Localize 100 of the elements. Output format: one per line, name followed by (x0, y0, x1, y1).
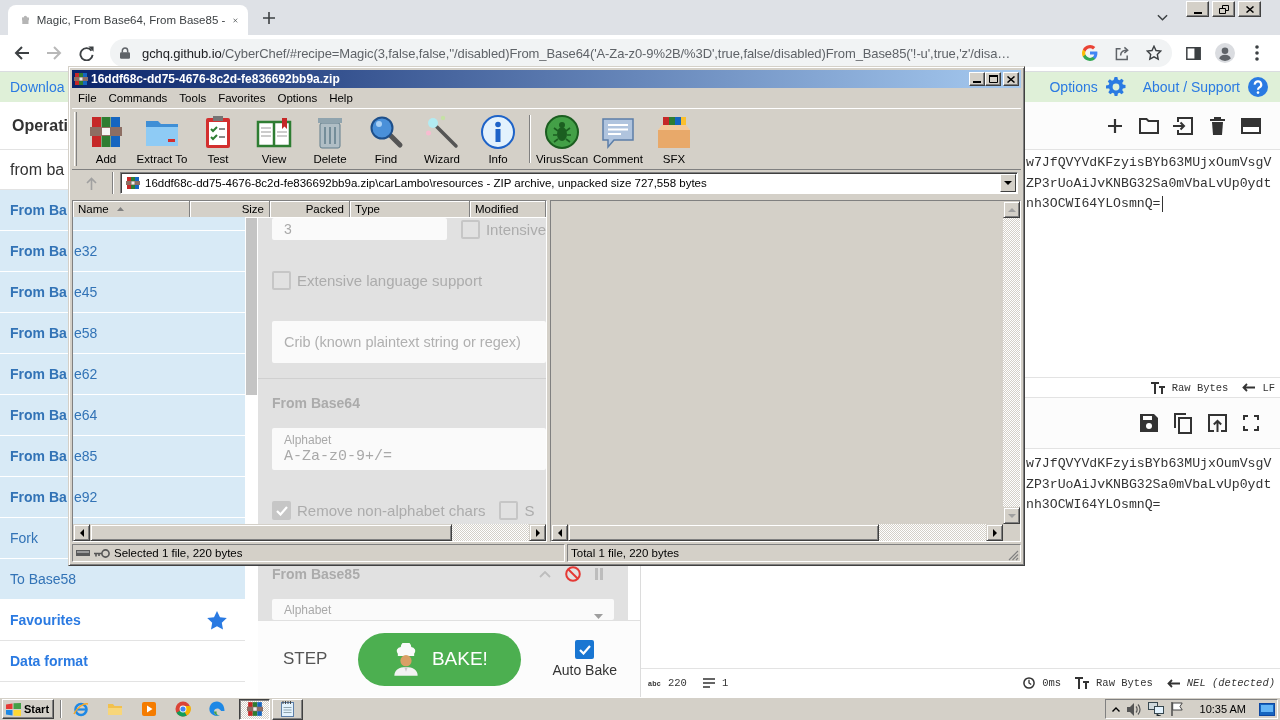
path-field[interactable]: 16ddf68c-dd75-4676-8c2d-fe836692bb9a.zip\carLambo\resources - ZIP archive, unpacked size 727,558 bytes (120, 172, 1018, 194)
toolbar-button[interactable]: VirusScan (534, 109, 590, 169)
operation-item[interactable]: From Ba e62 (10, 366, 98, 382)
box-arrow-up-icon[interactable] (1207, 414, 1227, 432)
close-button[interactable] (1003, 72, 1019, 86)
close-icon[interactable] (233, 15, 238, 25)
scroll-down-button[interactable] (1003, 507, 1020, 524)
lock-icon (120, 47, 130, 59)
copy-icon[interactable] (1174, 412, 1192, 434)
scroll-right-button[interactable] (986, 524, 1003, 541)
menu-item[interactable]: Options (271, 88, 324, 108)
toolbar-button[interactable]: Comment (590, 109, 646, 169)
sidebar-icon[interactable] (1185, 46, 1201, 60)
toolbar-button[interactable]: View (246, 109, 302, 169)
column-header[interactable]: Packed (270, 201, 350, 217)
profile-icon[interactable] (1215, 43, 1235, 63)
speaker-icon[interactable] (1126, 702, 1141, 716)
toolbar-button[interactable]: Info (470, 109, 526, 169)
toolbar-button[interactable]: Find (358, 109, 414, 169)
encoding-button[interactable]: Raw Bytes (1075, 677, 1153, 689)
clock-icon (1023, 677, 1036, 689)
maximize-button[interactable] (985, 72, 1001, 86)
trash-icon[interactable] (1209, 116, 1225, 135)
checkmark-icon (578, 644, 591, 655)
column-header[interactable]: Name (73, 201, 190, 217)
folder-icon[interactable] (1139, 117, 1159, 134)
menu-item[interactable]: Help (323, 88, 359, 108)
operation-item[interactable]: From Ba e58 (10, 325, 98, 341)
maximize-icon (988, 75, 998, 83)
operation-item[interactable]: To Base58 (10, 571, 77, 587)
g-icon[interactable] (1082, 45, 1098, 61)
download-link[interactable]: Downloa (10, 79, 65, 95)
show-desktop-icon[interactable] (1259, 702, 1275, 716)
column-header[interactable]: Size (190, 201, 270, 217)
caret-up-icon[interactable] (1111, 706, 1120, 712)
books-icon (88, 114, 124, 150)
operation-item[interactable]: From Ba e32 (10, 243, 98, 259)
step-button[interactable]: STEP (283, 649, 328, 669)
restore-button[interactable] (1212, 1, 1235, 17)
scroll-left-button[interactable] (73, 524, 90, 541)
minimize-button[interactable] (969, 72, 985, 86)
share-icon[interactable] (1114, 45, 1130, 61)
box-arrow-in-icon[interactable] (1173, 116, 1193, 135)
search-field[interactable]: from ba (10, 160, 65, 179)
toolbar-button[interactable]: Delete (302, 109, 358, 169)
menu-item[interactable]: Tools (173, 88, 213, 108)
scroll-right-button[interactable] (529, 524, 546, 541)
start-button[interactable]: Start (2, 699, 54, 719)
scrollbar-thumb[interactable] (568, 524, 879, 541)
minimize-button[interactable] (1186, 1, 1209, 17)
options-button[interactable]: Options (1049, 77, 1126, 97)
star-icon[interactable] (1146, 45, 1162, 61)
back-icon[interactable] (14, 46, 30, 60)
taskbar-button[interactable] (239, 698, 270, 720)
address-bar[interactable]: gchq.github.io/CyberChef/#recipe=Magic(3,false,false,''/disabled)From_Base64('A-Za-z0-9%2B/%3D',true,false/disabled)From_Base85('!-u',true,'z'/disa… (110, 39, 1172, 67)
toolbar-button[interactable]: Extract To (134, 109, 190, 169)
bug-icon (544, 114, 580, 150)
close-button[interactable] (1238, 1, 1261, 17)
chevron-down-icon[interactable] (1157, 14, 1168, 21)
operation-item[interactable]: From Ba e92 (10, 489, 98, 505)
column-header[interactable]: Modified (470, 201, 546, 217)
scroll-up-button[interactable] (1003, 201, 1020, 218)
encoding-button[interactable]: Raw Bytes (1150, 381, 1229, 394)
column-header[interactable]: Type (350, 201, 470, 217)
operation-item[interactable]: From Ba e45 (10, 284, 98, 300)
key-icon (94, 548, 110, 558)
checkbox-label: Auto Bake (552, 662, 617, 678)
dropdown-button[interactable] (1000, 174, 1016, 192)
resize-grip-icon[interactable] (1008, 550, 1019, 561)
reload-icon[interactable] (78, 45, 94, 61)
menu-item[interactable]: File (72, 88, 103, 108)
fullscreen-icon[interactable] (1243, 415, 1259, 431)
browser-tab[interactable]: Magic, From Base64, From Base85 - (8, 5, 248, 35)
toolbar-button[interactable]: Wizard (414, 109, 470, 169)
settings-icon (1105, 77, 1126, 97)
about-button[interactable]: About / Support (1142, 77, 1268, 97)
plus-icon[interactable] (1108, 118, 1122, 133)
eol-button[interactable]: NEL (detected) (1166, 677, 1275, 689)
auto-bake-checkbox[interactable] (575, 640, 595, 659)
flag-icon[interactable] (1170, 702, 1183, 716)
window-layout-icon[interactable] (1241, 117, 1261, 134)
toolbar-button[interactable]: SFX (646, 109, 702, 169)
menu-item[interactable]: Favorites (212, 88, 272, 108)
length-value: 220 (667, 677, 687, 689)
toolbar-button[interactable]: Test (190, 109, 246, 169)
save-icon[interactable] (1140, 414, 1158, 432)
input-text-line: ZP3rUoAiJvKNBG32Sa0mVbaLvUp0ydt (1026, 174, 1272, 193)
plus-icon[interactable] (263, 11, 275, 24)
operation-item[interactable]: From Ba e85 (10, 448, 98, 464)
scrollbar-thumb[interactable] (90, 524, 452, 541)
media-player-icon[interactable] (141, 701, 157, 717)
toolbar-button[interactable]: Add (78, 109, 134, 169)
eol-button[interactable]: LF (1242, 381, 1275, 394)
menu-item[interactable]: Commands (102, 88, 174, 108)
operation-item[interactable]: From Ba e64 (10, 407, 98, 423)
scrollbar-thumb[interactable] (246, 218, 257, 395)
menu-icon[interactable] (1255, 45, 1259, 61)
round-browser-icon[interactable] (175, 701, 191, 717)
network-icon[interactable] (1147, 702, 1164, 716)
scroll-left-button[interactable] (551, 524, 568, 541)
